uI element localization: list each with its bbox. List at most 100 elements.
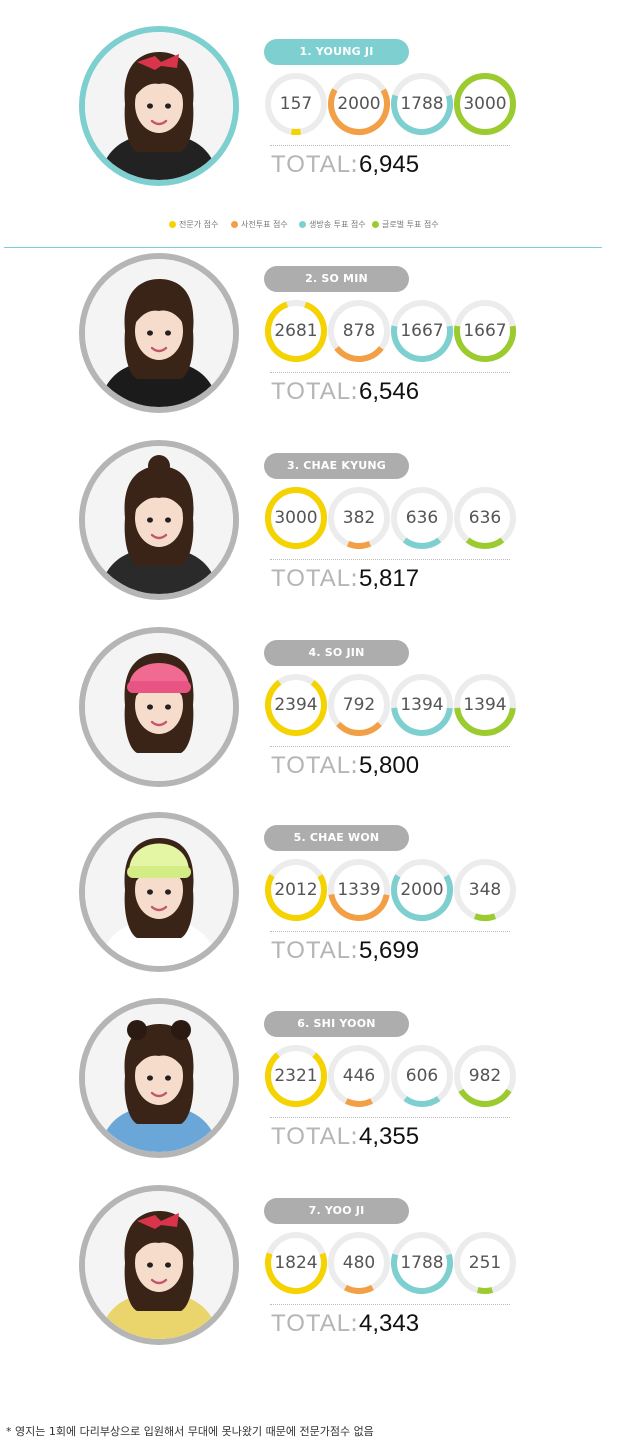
score-rings: 2394 792 1394 1394 xyxy=(264,673,517,737)
score-value: 1394 xyxy=(463,695,507,715)
rank-label: 2. SO MIN xyxy=(264,266,409,292)
contestant-photo xyxy=(79,627,239,787)
score-value: 878 xyxy=(342,321,376,341)
contestant-photo xyxy=(79,812,239,972)
score-value: 3000 xyxy=(463,94,507,114)
contestant-card: 4. SO JIN 2394 792 1394 1394 TOTAL:5,800 xyxy=(0,627,627,813)
score-value: 1667 xyxy=(400,321,444,341)
score-value: 480 xyxy=(342,1253,376,1273)
total-label: TOTAL xyxy=(271,565,352,592)
rank-label: 4. SO JIN xyxy=(264,640,409,666)
score-value: 3000 xyxy=(274,508,318,528)
legend-dot-live xyxy=(299,221,306,228)
rank-label: 6. SHI YOON xyxy=(264,1011,409,1037)
contestant-photo xyxy=(79,440,239,600)
score-value: 1339 xyxy=(337,880,381,900)
contestant-photo xyxy=(79,26,239,186)
legend-label: 글로벌 투표 점수 xyxy=(382,220,439,229)
total-value: 4,355 xyxy=(359,1123,420,1150)
score-ring-preliminary: 1339 xyxy=(327,858,391,922)
score-rings: 1824 480 1788 251 xyxy=(264,1231,517,1295)
legend-label: 생방송 투표 점수 xyxy=(309,220,366,229)
total-label: TOTAL xyxy=(271,752,352,779)
total-value: 5,800 xyxy=(359,752,420,779)
portrait-photo-icon xyxy=(85,818,233,966)
score-ring-live: 1788 xyxy=(390,72,454,136)
total-value: 6,546 xyxy=(359,378,420,405)
score-ring-preliminary: 382 xyxy=(327,486,391,550)
score-ring-global: 1667 xyxy=(453,299,517,363)
total-colon: : xyxy=(350,751,359,779)
legend-dot-preliminary xyxy=(231,221,238,228)
portrait-photo-icon xyxy=(85,1004,233,1152)
score-value: 606 xyxy=(405,1066,439,1086)
score-ring-live: 1667 xyxy=(390,299,454,363)
score-value: 382 xyxy=(342,508,376,528)
rank-label: 7. YOO JI xyxy=(264,1198,409,1224)
contestant-card: 2. SO MIN 2681 878 1667 1667 TOTAL:6,546 xyxy=(0,253,627,439)
total-colon: : xyxy=(350,1309,359,1337)
score-ring-preliminary: 792 xyxy=(327,673,391,737)
score-ring-global: 348 xyxy=(453,858,517,922)
score-rings: 3000 382 636 636 xyxy=(264,486,517,550)
score-ring-live: 636 xyxy=(390,486,454,550)
legend-item-preliminary: 사전투표 점수 xyxy=(231,219,288,230)
score-value: 2012 xyxy=(274,880,318,900)
total-colon: : xyxy=(350,150,359,178)
rank-label: 3. CHAE KYUNG xyxy=(264,453,409,479)
dotted-separator xyxy=(270,559,510,560)
score-ring-expert: 157 xyxy=(264,72,328,136)
score-ring-preliminary: 446 xyxy=(327,1044,391,1108)
score-value: 636 xyxy=(468,508,502,528)
dotted-separator xyxy=(270,746,510,747)
score-value: 1824 xyxy=(274,1253,318,1273)
total-value: 4,343 xyxy=(359,1310,420,1337)
score-value: 792 xyxy=(342,695,376,715)
total-label: TOTAL xyxy=(271,937,352,964)
score-rings: 157 2000 1788 3000 xyxy=(264,72,517,136)
score-ring-global: 636 xyxy=(453,486,517,550)
total-label: TOTAL xyxy=(271,378,352,405)
dotted-separator xyxy=(270,931,510,932)
score-rings: 2012 1339 2000 348 xyxy=(264,858,517,922)
score-value: 157 xyxy=(279,94,313,114)
score-value: 1394 xyxy=(400,695,444,715)
score-ring-global: 251 xyxy=(453,1231,517,1295)
score-ring-global: 1394 xyxy=(453,673,517,737)
rank-label: 1. YOUNG JI xyxy=(264,39,409,65)
contestant-card: 6. SHI YOON 2321 446 606 982 TOTAL:4,355 xyxy=(0,998,627,1184)
score-value: 2000 xyxy=(337,94,381,114)
total-value: 6,945 xyxy=(359,151,420,178)
total-colon: : xyxy=(350,564,359,592)
total-value: 5,699 xyxy=(359,937,420,964)
total-label: TOTAL xyxy=(271,151,352,178)
portrait-photo-icon xyxy=(85,446,233,594)
contestant-photo xyxy=(79,1185,239,1345)
score-rings: 2681 878 1667 1667 xyxy=(264,299,517,363)
score-ring-global: 3000 xyxy=(453,72,517,136)
section-divider xyxy=(4,247,602,248)
score-rings: 2321 446 606 982 xyxy=(264,1044,516,1108)
legend-item-live: 생방송 투표 점수 xyxy=(299,219,366,230)
score-ring-preliminary: 480 xyxy=(327,1231,391,1295)
score-ring-expert: 2394 xyxy=(264,673,328,737)
portrait-photo-icon xyxy=(85,633,233,781)
total-label: TOTAL xyxy=(271,1123,352,1150)
score-value: 2321 xyxy=(274,1066,318,1086)
contestant-photo xyxy=(79,998,239,1158)
score-value: 2681 xyxy=(274,321,318,341)
contestant-card: 7. YOO JI 1824 480 1788 251 TOTAL:4,343 xyxy=(0,1185,627,1371)
legend-item-global: 글로벌 투표 점수 xyxy=(372,219,439,230)
legend-dot-global xyxy=(372,221,379,228)
contestant-card: 5. CHAE WON 2012 1339 2000 348 TOTAL:5,699 xyxy=(0,812,627,998)
score-ring-expert: 1824 xyxy=(264,1231,328,1295)
total-label: TOTAL xyxy=(271,1310,352,1337)
score-value: 1788 xyxy=(400,1253,444,1273)
portrait-photo-icon xyxy=(85,259,233,407)
legend-label: 사전투표 점수 xyxy=(241,220,288,229)
dotted-separator xyxy=(270,372,510,373)
total-colon: : xyxy=(350,936,359,964)
score-value: 1667 xyxy=(463,321,507,341)
contestant-card: 3. CHAE KYUNG 3000 382 636 636 TOTAL:5,817 xyxy=(0,440,627,626)
score-value: 2394 xyxy=(274,695,318,715)
